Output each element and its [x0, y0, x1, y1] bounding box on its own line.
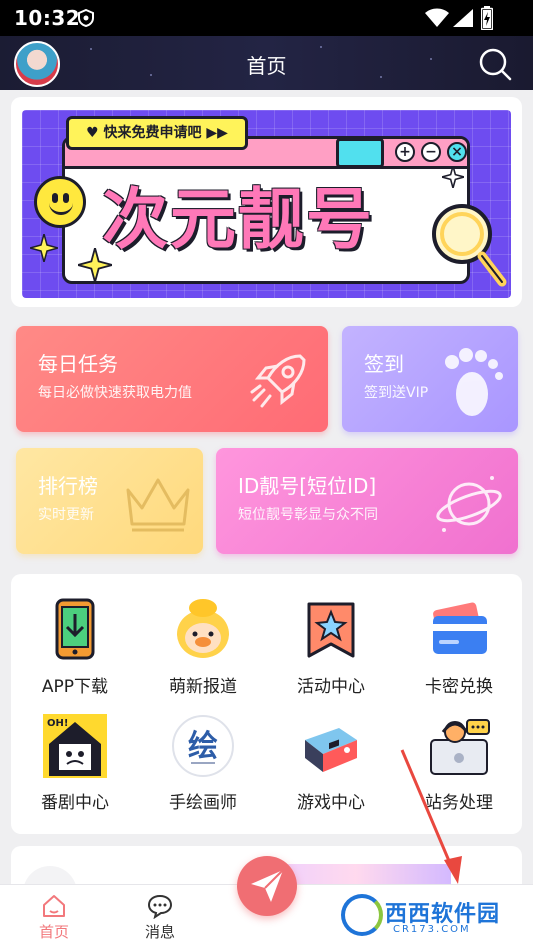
publish-button[interactable]	[237, 856, 297, 916]
vip-id-card[interactable]: ID靓号[短位ID] 短位靓号彰显与众不同	[216, 448, 518, 554]
grid-item-anime[interactable]: OH! 番剧中心	[11, 714, 139, 813]
ranking-card[interactable]: 排行榜 实时更新	[16, 448, 203, 554]
sparkle-icon	[442, 166, 464, 188]
sparkle-icon	[30, 234, 58, 262]
message-icon	[147, 894, 173, 920]
grid-label: 站务处理	[425, 793, 493, 813]
card-title: 签到	[364, 352, 404, 376]
grid-item-events[interactable]: 活动中心	[267, 598, 395, 697]
grid-label: APP下载	[41, 677, 109, 697]
watermark-logo-mark	[341, 894, 383, 936]
card-subtitle: 实时更新	[38, 507, 94, 523]
paint-logo-icon: 绘	[172, 715, 234, 777]
close-icon: ×	[447, 142, 467, 162]
card-title: 每日任务	[38, 352, 118, 376]
chat-bubble-icon	[336, 138, 384, 168]
status-time: 10:32	[14, 6, 81, 30]
plus-icon: +	[395, 142, 415, 162]
grid-item-newbie[interactable]: 萌新报道	[139, 598, 267, 697]
battery-charging-icon	[481, 6, 493, 30]
anime-house-icon: OH!	[43, 714, 107, 778]
card-title: 排行榜	[38, 474, 98, 498]
status-bar: 10:32	[0, 0, 533, 36]
card-subtitle: 签到送VIP	[364, 385, 429, 401]
function-grid: APP下载 萌新报道 活动中心 卡密兑换 OH! 番剧中心 绘 手绘画师 游戏中…	[11, 574, 522, 834]
grid-item-app-download[interactable]: APP下载	[11, 598, 139, 697]
home-icon	[43, 895, 65, 917]
card-subtitle: 短位靓号彰显与众不同	[238, 507, 378, 523]
banner-title: 次元靓号	[102, 181, 374, 258]
svg-text:OH!: OH!	[47, 718, 68, 729]
tab-label: 首页	[38, 923, 69, 941]
search-icon[interactable]	[478, 47, 512, 81]
star-badge-icon	[307, 602, 355, 658]
painter-logo-text: 绘	[188, 729, 218, 764]
watermark-subtext: CR173.COM	[393, 924, 471, 935]
minus-icon: −	[421, 142, 441, 162]
smiley-icon	[34, 176, 86, 228]
crown-icon	[126, 478, 190, 532]
wifi-icon	[425, 8, 449, 27]
grid-label: 番剧中心	[41, 793, 109, 813]
paper-plane-icon	[251, 869, 284, 902]
tab-label: 消息	[144, 923, 175, 941]
watermark-logo: 西西软件园 CR173.COM	[333, 890, 513, 942]
card-icon	[433, 602, 487, 654]
daily-task-card[interactable]: 每日任务 每日必做快速获取电力值	[16, 326, 328, 432]
grid-label: 游戏中心	[297, 793, 365, 813]
page-title: 首页	[246, 54, 287, 78]
grid-label: 卡密兑换	[425, 677, 493, 697]
shield-icon	[78, 9, 94, 27]
duck-mascot-icon	[177, 599, 229, 658]
footprint-icon	[445, 348, 503, 416]
phone-download-icon	[55, 598, 95, 660]
rocket-icon	[250, 354, 306, 408]
tab-home[interactable]: 首页	[14, 893, 94, 942]
grid-label: 活动中心	[297, 677, 365, 697]
support-agent-icon	[430, 719, 490, 775]
game-console-icon	[305, 728, 357, 772]
grid-item-painter[interactable]: 绘 手绘画师	[139, 714, 267, 813]
banner-pill: ♥ 快来免费申请吧 ▶▶	[66, 116, 248, 150]
planet-icon	[436, 476, 502, 532]
card-subtitle: 每日必做快速获取电力值	[38, 385, 192, 401]
grid-label: 手绘画师	[169, 793, 237, 813]
grid-item-card-redeem[interactable]: 卡密兑换	[395, 598, 523, 697]
signal-icon	[453, 9, 473, 27]
banner[interactable]: + − × ♥ 快来免费申请吧 ▶▶ 次元靓号	[22, 110, 511, 298]
app-header: 首页	[0, 36, 533, 90]
grid-item-games[interactable]: 游戏中心	[267, 714, 395, 813]
card-title: ID靓号[短位ID]	[238, 474, 377, 498]
checkin-card[interactable]: 签到 签到送VIP	[342, 326, 518, 432]
magnifier-icon	[432, 204, 507, 287]
grid-item-support[interactable]: 站务处理	[395, 714, 523, 813]
grid-label: 萌新报道	[169, 677, 237, 697]
tab-messages[interactable]: 消息	[120, 893, 200, 942]
